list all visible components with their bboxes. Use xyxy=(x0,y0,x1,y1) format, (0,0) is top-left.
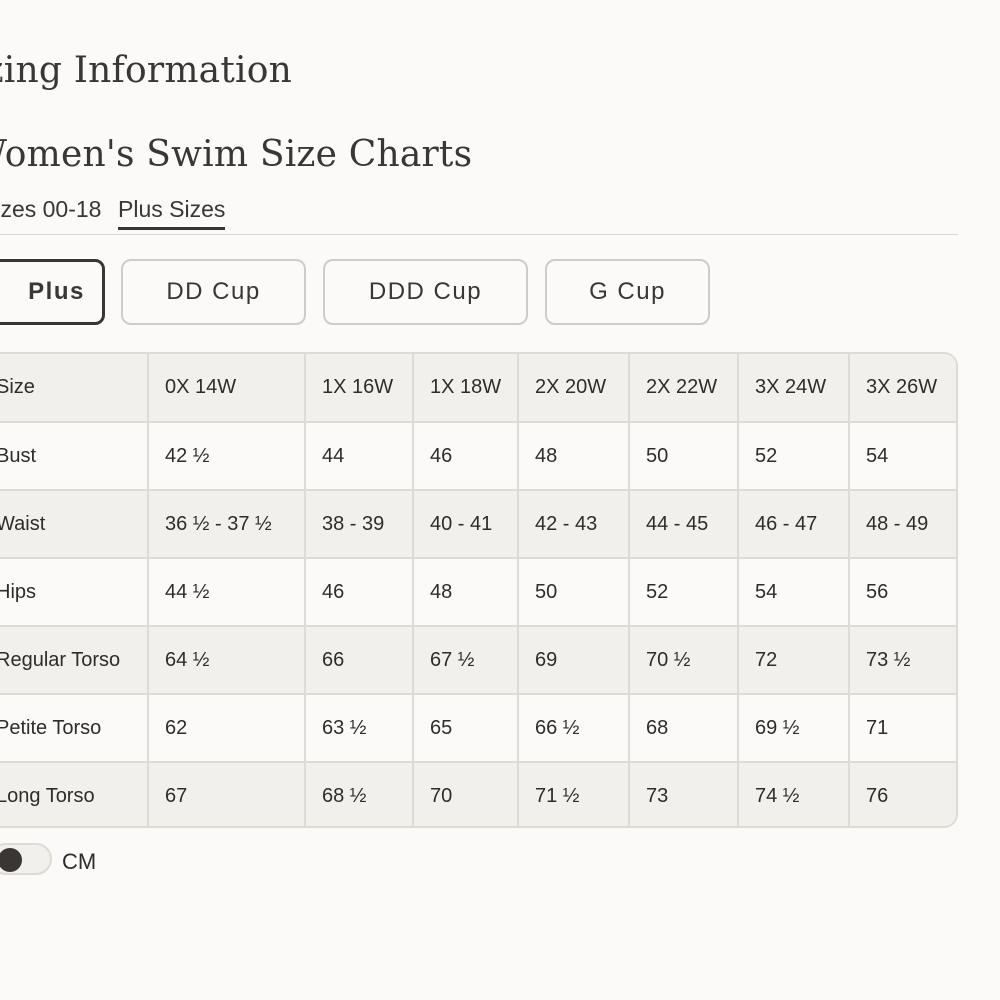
header-cell: 2X 20W xyxy=(518,354,630,423)
header-cell: 1X 18W xyxy=(413,354,519,423)
table-cell: 46 xyxy=(305,558,414,627)
header-cell: 0X 14W xyxy=(148,354,306,423)
unit-toggle-label: CM xyxy=(62,849,97,874)
table-cell: 73 xyxy=(629,762,739,826)
header-cell: 1X 16W xyxy=(305,354,414,423)
table-cell: 71 xyxy=(849,694,956,763)
size-range-tabs: Sizes 00-18 Plus Sizes xyxy=(0,196,958,235)
row-label: Long Torso xyxy=(0,762,149,826)
table-cell: 48 xyxy=(518,422,630,491)
table-cell: 50 xyxy=(629,422,739,491)
table-cell: 56 xyxy=(849,558,956,627)
cup-option-g-button[interactable]: G Cup xyxy=(545,259,710,325)
table-cell: 73 ½ xyxy=(849,626,956,695)
table-row-long-torso: Long Torso 67 68 ½ 70 71 ½ 73 74 ½ 76 xyxy=(0,762,956,826)
unit-toggle-switch[interactable] xyxy=(0,843,52,875)
table-cell: 72 xyxy=(738,626,850,695)
table-cell: 69 ½ xyxy=(738,694,850,763)
cup-option-plus-button[interactable]: Plus xyxy=(0,259,105,325)
table-cell: 68 xyxy=(629,694,739,763)
table-cell: 67 ½ xyxy=(413,626,519,695)
table-cell: 42 ½ xyxy=(148,422,306,491)
table-cell: 69 xyxy=(518,626,630,695)
table-cell: 40 - 41 xyxy=(413,490,519,559)
table-row-regular-torso: Regular Torso 64 ½ 66 67 ½ 69 70 ½ 72 73… xyxy=(0,626,956,695)
header-cell: 2X 22W xyxy=(629,354,739,423)
page-title: Sizing Information xyxy=(0,50,292,91)
header-cell: 3X 24W xyxy=(738,354,850,423)
table-cell: 70 ½ xyxy=(629,626,739,695)
row-label: Hips xyxy=(0,558,149,627)
header-cell: 3X 26W xyxy=(849,354,956,423)
section-title: Women's Swim Size Charts xyxy=(0,134,473,175)
table-cell: 38 - 39 xyxy=(305,490,414,559)
table-row-waist: Waist 36 ½ - 37 ½ 38 - 39 40 - 41 42 - 4… xyxy=(0,490,956,559)
table-cell: 68 ½ xyxy=(305,762,414,826)
table-cell: 48 xyxy=(413,558,519,627)
table-header-row: Size 0X 14W 1X 16W 1X 18W 2X 20W 2X 22W … xyxy=(0,354,956,423)
row-label: Petite Torso xyxy=(0,694,149,763)
table-cell: 67 xyxy=(148,762,306,826)
table-cell: 44 - 45 xyxy=(629,490,739,559)
row-label: Waist xyxy=(0,490,149,559)
table-cell: 36 ½ - 37 ½ xyxy=(148,490,306,559)
cup-option-ddd-button[interactable]: DDD Cup xyxy=(323,259,528,325)
size-chart-page: Sizing Information Women's Swim Size Cha… xyxy=(0,0,1000,1000)
table-cell: 66 xyxy=(305,626,414,695)
table-cell: 52 xyxy=(738,422,850,491)
size-chart-table: Size 0X 14W 1X 16W 1X 18W 2X 20W 2X 22W … xyxy=(0,352,958,828)
table-cell: 52 xyxy=(629,558,739,627)
table-cell: 44 ½ xyxy=(148,558,306,627)
table-row-bust: Bust 42 ½ 44 46 48 50 52 54 xyxy=(0,422,956,491)
table-cell: 42 - 43 xyxy=(518,490,630,559)
table-cell: 74 ½ xyxy=(738,762,850,826)
table-row-hips: Hips 44 ½ 46 48 50 52 54 56 xyxy=(0,558,956,627)
row-label: Regular Torso xyxy=(0,626,149,695)
tab-sizes-00-18[interactable]: Sizes 00-18 xyxy=(0,196,101,223)
table-cell: 66 ½ xyxy=(518,694,630,763)
table-row-petite-torso: Petite Torso 62 63 ½ 65 66 ½ 68 69 ½ 71 xyxy=(0,694,956,763)
table-cell: 76 xyxy=(849,762,956,826)
tab-plus-sizes[interactable]: Plus Sizes xyxy=(118,196,226,230)
table-cell: 70 xyxy=(413,762,519,826)
table-cell: 64 ½ xyxy=(148,626,306,695)
table-cell: 62 xyxy=(148,694,306,763)
table-cell: 50 xyxy=(518,558,630,627)
table-cell: 63 ½ xyxy=(305,694,414,763)
header-cell: Size xyxy=(0,354,149,423)
table-cell: 65 xyxy=(413,694,519,763)
toggle-knob xyxy=(0,848,22,872)
table-cell: 48 - 49 xyxy=(849,490,956,559)
table-cell: 54 xyxy=(738,558,850,627)
table-cell: 46 - 47 xyxy=(738,490,850,559)
table-cell: 54 xyxy=(849,422,956,491)
table-cell: 44 xyxy=(305,422,414,491)
table-cell: 46 xyxy=(413,422,519,491)
table-cell: 71 ½ xyxy=(518,762,630,826)
row-label: Bust xyxy=(0,422,149,491)
cup-option-dd-button[interactable]: DD Cup xyxy=(121,259,306,325)
